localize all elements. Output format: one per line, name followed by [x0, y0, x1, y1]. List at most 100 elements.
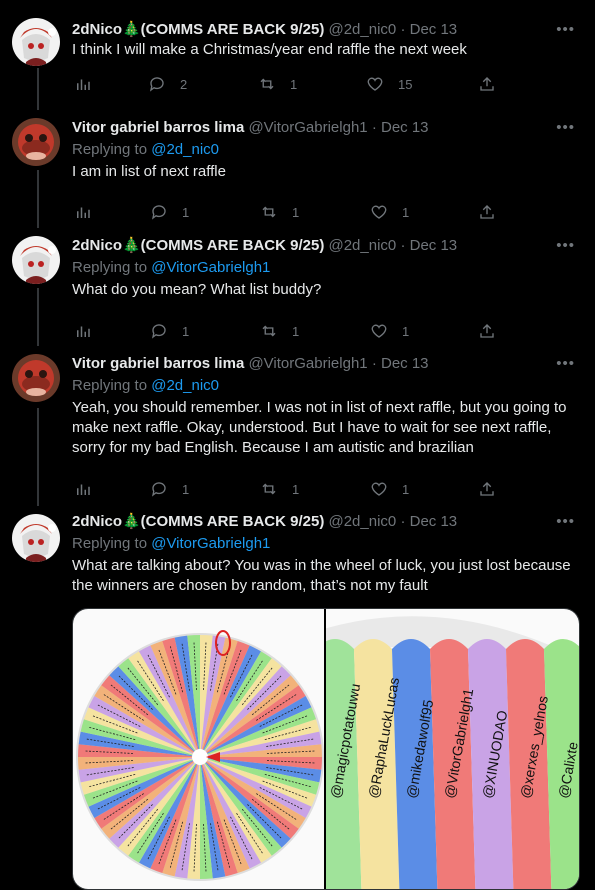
share-button[interactable] — [478, 202, 496, 222]
tweet[interactable]: Vitor gabriel barros lima @VitorGabrielg… — [0, 110, 595, 228]
display-name[interactable]: 2dNico🎄(COMMS ARE BACK 9/25) — [72, 21, 324, 38]
analytics-icon — [77, 79, 90, 90]
tweet[interactable]: Vitor gabriel barros lima @VitorGabrielg… — [0, 348, 595, 506]
replying-to-label: Replying to — [72, 141, 148, 158]
mention-link[interactable]: @VitorGabrielgh1 — [151, 259, 270, 276]
avatar-image — [12, 354, 60, 402]
tweet-actions: 1 1 1 — [72, 202, 502, 222]
separator-dot: · — [400, 21, 406, 38]
display-name[interactable]: 2dNico🎄(COMMS ARE BACK 9/25) — [72, 513, 324, 530]
reply-button[interactable]: 1 — [150, 321, 189, 341]
tweet-text: I think I will make a Christmas/year end… — [72, 41, 467, 58]
wheel-closeup-graphic: @magicpotatouwu @RaphaLuckLucas @mikedawol… — [326, 616, 579, 889]
tweet-header: 2dNico🎄(COMMS ARE BACK 9/25) @2d_nic0 · … — [72, 236, 581, 256]
display-name[interactable]: Vitor gabriel barros lima — [72, 119, 244, 136]
tweet-header: 2dNico🎄(COMMS ARE BACK 9/25) @2d_nic0 · … — [72, 512, 581, 532]
wheel-graphic — [76, 630, 324, 881]
share-button[interactable] — [478, 321, 496, 341]
wheel-hub — [192, 749, 208, 765]
mention-link[interactable]: @2d_nic0 — [151, 141, 219, 158]
tweet-text: What are talking about? You was in the w… — [72, 557, 571, 594]
reply-button[interactable]: 2 — [148, 74, 187, 94]
more-icon[interactable]: ••• — [556, 236, 575, 256]
like-button[interactable]: 15 — [366, 74, 412, 94]
tweet-header: Vitor gabriel barros lima @VitorGabrielg… — [72, 118, 581, 138]
analytics-button[interactable] — [74, 479, 92, 499]
display-name[interactable]: 2dNico🎄(COMMS ARE BACK 9/25) — [72, 237, 324, 254]
user-handle[interactable]: @VitorGabrielgh1 — [248, 119, 367, 136]
like-count: 1 — [402, 204, 410, 220]
like-button[interactable]: 1 — [370, 321, 409, 341]
like-icon — [371, 205, 387, 219]
avatar[interactable] — [12, 118, 60, 166]
share-icon — [480, 77, 494, 91]
mention-link[interactable]: @2d_nic0 — [151, 377, 219, 394]
tweet-text: I am in list of next raffle — [72, 163, 226, 180]
user-handle[interactable]: @VitorGabrielgh1 — [248, 355, 367, 372]
retweet-count: 1 — [292, 323, 300, 339]
separator-dot: · — [371, 119, 377, 136]
tweet-actions: 2 1 15 — [72, 74, 502, 94]
replying-to: Replying to @VitorGabrielgh1 — [72, 258, 581, 278]
timestamp[interactable]: Dec 13 — [410, 513, 458, 530]
tweet-media[interactable]: @magicpotatouwu @RaphaLuckLucas @mikedawol… — [72, 608, 580, 890]
wheel-image[interactable] — [73, 609, 324, 889]
analytics-icon — [77, 207, 90, 218]
avatar[interactable] — [12, 18, 60, 66]
timestamp[interactable]: Dec 13 — [381, 119, 429, 136]
avatar[interactable] — [12, 236, 60, 284]
replying-to-label: Replying to — [72, 259, 148, 276]
replying-to: Replying to @2d_nic0 — [72, 140, 581, 160]
retweet-button[interactable]: 1 — [260, 321, 299, 341]
avatar-image — [12, 18, 60, 66]
analytics-button[interactable] — [74, 321, 92, 341]
tweet-header: 2dNico🎄(COMMS ARE BACK 9/25) @2d_nic0 · … — [72, 20, 581, 40]
user-handle[interactable]: @2d_nic0 — [328, 237, 396, 254]
more-icon[interactable]: ••• — [556, 118, 575, 138]
avatar-image — [12, 236, 60, 284]
retweet-button[interactable]: 1 — [260, 202, 299, 222]
analytics-button[interactable] — [74, 202, 92, 222]
mention-link[interactable]: @VitorGabrielgh1 — [151, 535, 270, 552]
like-button[interactable]: 1 — [370, 479, 409, 499]
wheel-closeup-image[interactable]: @magicpotatouwu @RaphaLuckLucas @mikedawol… — [326, 609, 579, 889]
analytics-icon — [77, 484, 90, 495]
reply-button[interactable]: 1 — [150, 479, 189, 499]
separator-dot: · — [400, 237, 406, 254]
avatar[interactable] — [12, 514, 60, 562]
user-handle[interactable]: @2d_nic0 — [328, 21, 396, 38]
like-count: 15 — [398, 76, 413, 92]
separator-dot: · — [371, 355, 377, 372]
reply-count: 1 — [182, 323, 190, 339]
analytics-button[interactable] — [74, 74, 92, 94]
more-icon[interactable]: ••• — [556, 354, 575, 374]
reply-count: 2 — [180, 76, 188, 92]
more-icon[interactable]: ••• — [556, 512, 575, 532]
like-button[interactable]: 1 — [370, 202, 409, 222]
tweet-actions: 1 1 1 — [72, 479, 502, 499]
tweet[interactable]: 2dNico🎄(COMMS ARE BACK 9/25) @2d_nic0 · … — [0, 228, 595, 348]
timestamp[interactable]: Dec 13 — [410, 21, 458, 38]
retweet-button[interactable]: 1 — [258, 74, 297, 94]
timestamp[interactable]: Dec 13 — [381, 355, 429, 372]
reply-icon — [151, 324, 166, 339]
tweet-header: Vitor gabriel barros lima @VitorGabrielg… — [72, 354, 581, 374]
retweet-button[interactable]: 1 — [260, 479, 299, 499]
user-handle[interactable]: @2d_nic0 — [328, 513, 396, 530]
tweet[interactable]: 2dNico🎄(COMMS ARE BACK 9/25) @2d_nic0 · … — [0, 0, 595, 110]
reply-button[interactable]: 1 — [150, 202, 189, 222]
retweet-count: 1 — [290, 76, 298, 92]
share-button[interactable] — [478, 74, 496, 94]
retweet-icon — [262, 325, 276, 337]
replying-to-label: Replying to — [72, 535, 148, 552]
more-icon[interactable]: ••• — [556, 20, 575, 40]
share-button[interactable] — [478, 479, 496, 499]
display-name[interactable]: Vitor gabriel barros lima — [72, 355, 244, 372]
like-icon — [371, 482, 387, 496]
timestamp[interactable]: Dec 13 — [410, 237, 458, 254]
share-icon — [480, 324, 494, 338]
reply-count: 1 — [182, 204, 190, 220]
separator-dot: · — [400, 513, 406, 530]
reply-icon — [151, 482, 166, 497]
avatar[interactable] — [12, 354, 60, 402]
